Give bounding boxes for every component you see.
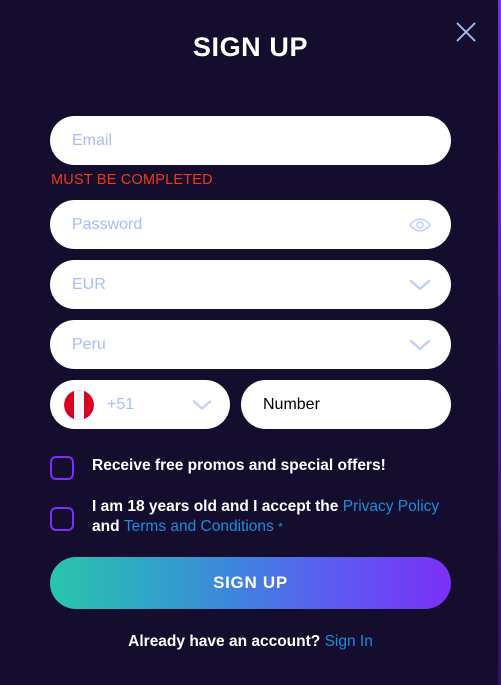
phone-number-placeholder: Number	[263, 395, 320, 413]
signup-submit-button[interactable]: SIGN UP	[50, 556, 451, 609]
terms-consent-label: I am 18 years old and I accept the Priva…	[92, 496, 451, 538]
required-marker: *	[278, 520, 283, 535]
dial-code-select[interactable]: +51	[50, 380, 230, 429]
chevron-down-icon[interactable]	[409, 278, 431, 291]
close-icon[interactable]	[451, 17, 481, 47]
chevron-down-icon[interactable]	[192, 399, 212, 411]
terms-conditions-link[interactable]: Terms and Conditions	[124, 518, 274, 535]
signin-prompt-text: Already have an account?	[128, 632, 321, 650]
promos-consent-label: Receive free promos and special offers!	[92, 457, 386, 474]
terms-consent-row: I am 18 years old and I accept the Priva…	[50, 496, 451, 538]
page-title: SIGN UP	[192, 32, 309, 62]
signin-prompt: Already have an account? Sign In	[50, 633, 451, 651]
password-input[interactable]: Password	[50, 200, 451, 249]
signup-modal: SIGN UP Email MUST BE COMPLETED Password…	[0, 0, 501, 685]
password-placeholder: Password	[72, 215, 143, 233]
currency-select-wrapper: EUR	[50, 260, 451, 309]
chevron-down-icon[interactable]	[409, 338, 431, 351]
email-error-message: MUST BE COMPLETED	[51, 172, 213, 188]
consent-list: Receive free promos and special offers! …	[50, 455, 451, 538]
country-select[interactable]: Peru	[50, 320, 451, 369]
phone-number-input[interactable]: Number	[241, 380, 451, 429]
terms-consent-prefix: I am 18 years old and I accept the	[92, 498, 343, 515]
privacy-policy-link[interactable]: Privacy Policy	[343, 498, 439, 515]
phone-row: +51 Number	[50, 380, 451, 429]
country-value: Peru	[72, 335, 106, 353]
eye-icon[interactable]	[409, 217, 431, 233]
currency-value: EUR	[72, 275, 106, 293]
email-field-wrapper: Email	[50, 116, 451, 165]
terms-checkbox[interactable]	[50, 507, 74, 531]
sign-in-link[interactable]: Sign In	[325, 633, 373, 650]
dial-code-value: +51	[107, 395, 135, 413]
peru-flag-icon	[64, 389, 94, 420]
email-placeholder: Email	[72, 131, 113, 149]
promos-checkbox[interactable]	[50, 456, 74, 480]
currency-select[interactable]: EUR	[50, 260, 451, 309]
promos-consent-row: Receive free promos and special offers!	[50, 455, 451, 480]
country-select-wrapper: Peru	[50, 320, 451, 369]
password-field-wrapper: Password	[50, 200, 451, 249]
terms-consent-conjunction: and	[92, 518, 124, 536]
email-input[interactable]: Email	[50, 116, 451, 165]
